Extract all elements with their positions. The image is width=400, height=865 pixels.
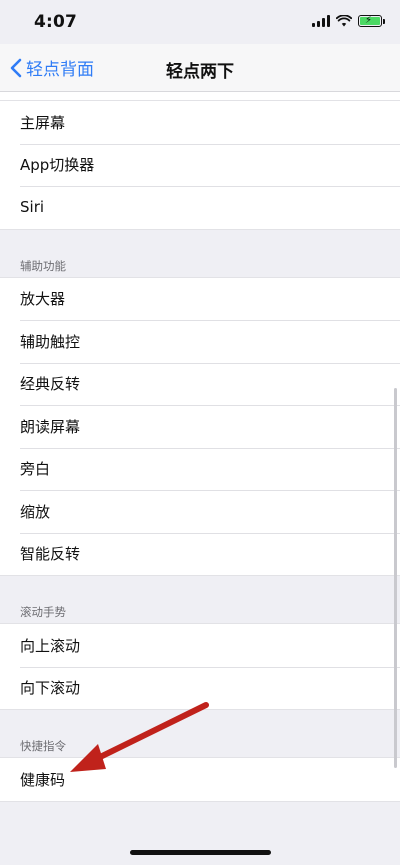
signal-icon: [312, 15, 330, 27]
status-time: 4:07: [34, 12, 78, 32]
scroll-indicator[interactable]: [394, 388, 397, 768]
option-home-screen[interactable]: 主屏幕: [0, 101, 400, 144]
accessibility-group: 放大器 辅助触控 经典反转 朗读屏幕 旁白 缩放 智能反转: [0, 276, 400, 576]
status-icons: ⚡: [312, 15, 385, 27]
settings-list: 主屏幕 App切换器 Siri 辅助功能 放大器 辅助触控 经典反转 朗读屏幕 …: [0, 92, 400, 802]
option-magnifier[interactable]: 放大器: [0, 278, 400, 321]
charging-bolt-icon: ⚡: [365, 15, 373, 26]
wifi-icon: [336, 15, 352, 27]
shortcuts-group: 健康码: [0, 757, 400, 802]
battery-icon: ⚡: [358, 15, 385, 27]
section-header-shortcuts: 快捷指令: [20, 739, 66, 753]
option-siri[interactable]: Siri: [0, 186, 400, 229]
option-assistive-touch[interactable]: 辅助触控: [0, 320, 400, 363]
list-top-edge: [0, 92, 400, 100]
screen: 4:07 ⚡ 轻点背面 轻点两下 主屏幕 App切换器 Siri 辅助功能 放大…: [0, 0, 400, 865]
section-header-accessibility: 辅助功能: [20, 258, 66, 273]
system-actions-group: 主屏幕 App切换器 Siri: [0, 100, 400, 230]
home-indicator[interactable]: [130, 850, 271, 855]
option-smart-invert[interactable]: 智能反转: [0, 532, 400, 576]
status-bar: 4:07 ⚡: [0, 0, 400, 44]
option-speak-screen[interactable]: 朗读屏幕: [0, 405, 400, 448]
option-scroll-down[interactable]: 向下滚动: [0, 666, 400, 710]
option-health-code[interactable]: 健康码: [0, 758, 400, 801]
option-voiceover[interactable]: 旁白: [0, 447, 400, 491]
option-classic-invert[interactable]: 经典反转: [0, 362, 400, 406]
option-app-switcher[interactable]: App切换器: [0, 143, 400, 187]
option-zoom[interactable]: 缩放: [0, 490, 400, 533]
scroll-gestures-group: 向上滚动 向下滚动: [0, 623, 400, 710]
navigation-bar: 轻点背面 轻点两下: [0, 44, 400, 92]
option-scroll-up[interactable]: 向上滚动: [0, 624, 400, 667]
section-header-scroll-gestures: 滚动手势: [20, 605, 66, 619]
page-title: 轻点两下: [166, 62, 234, 82]
